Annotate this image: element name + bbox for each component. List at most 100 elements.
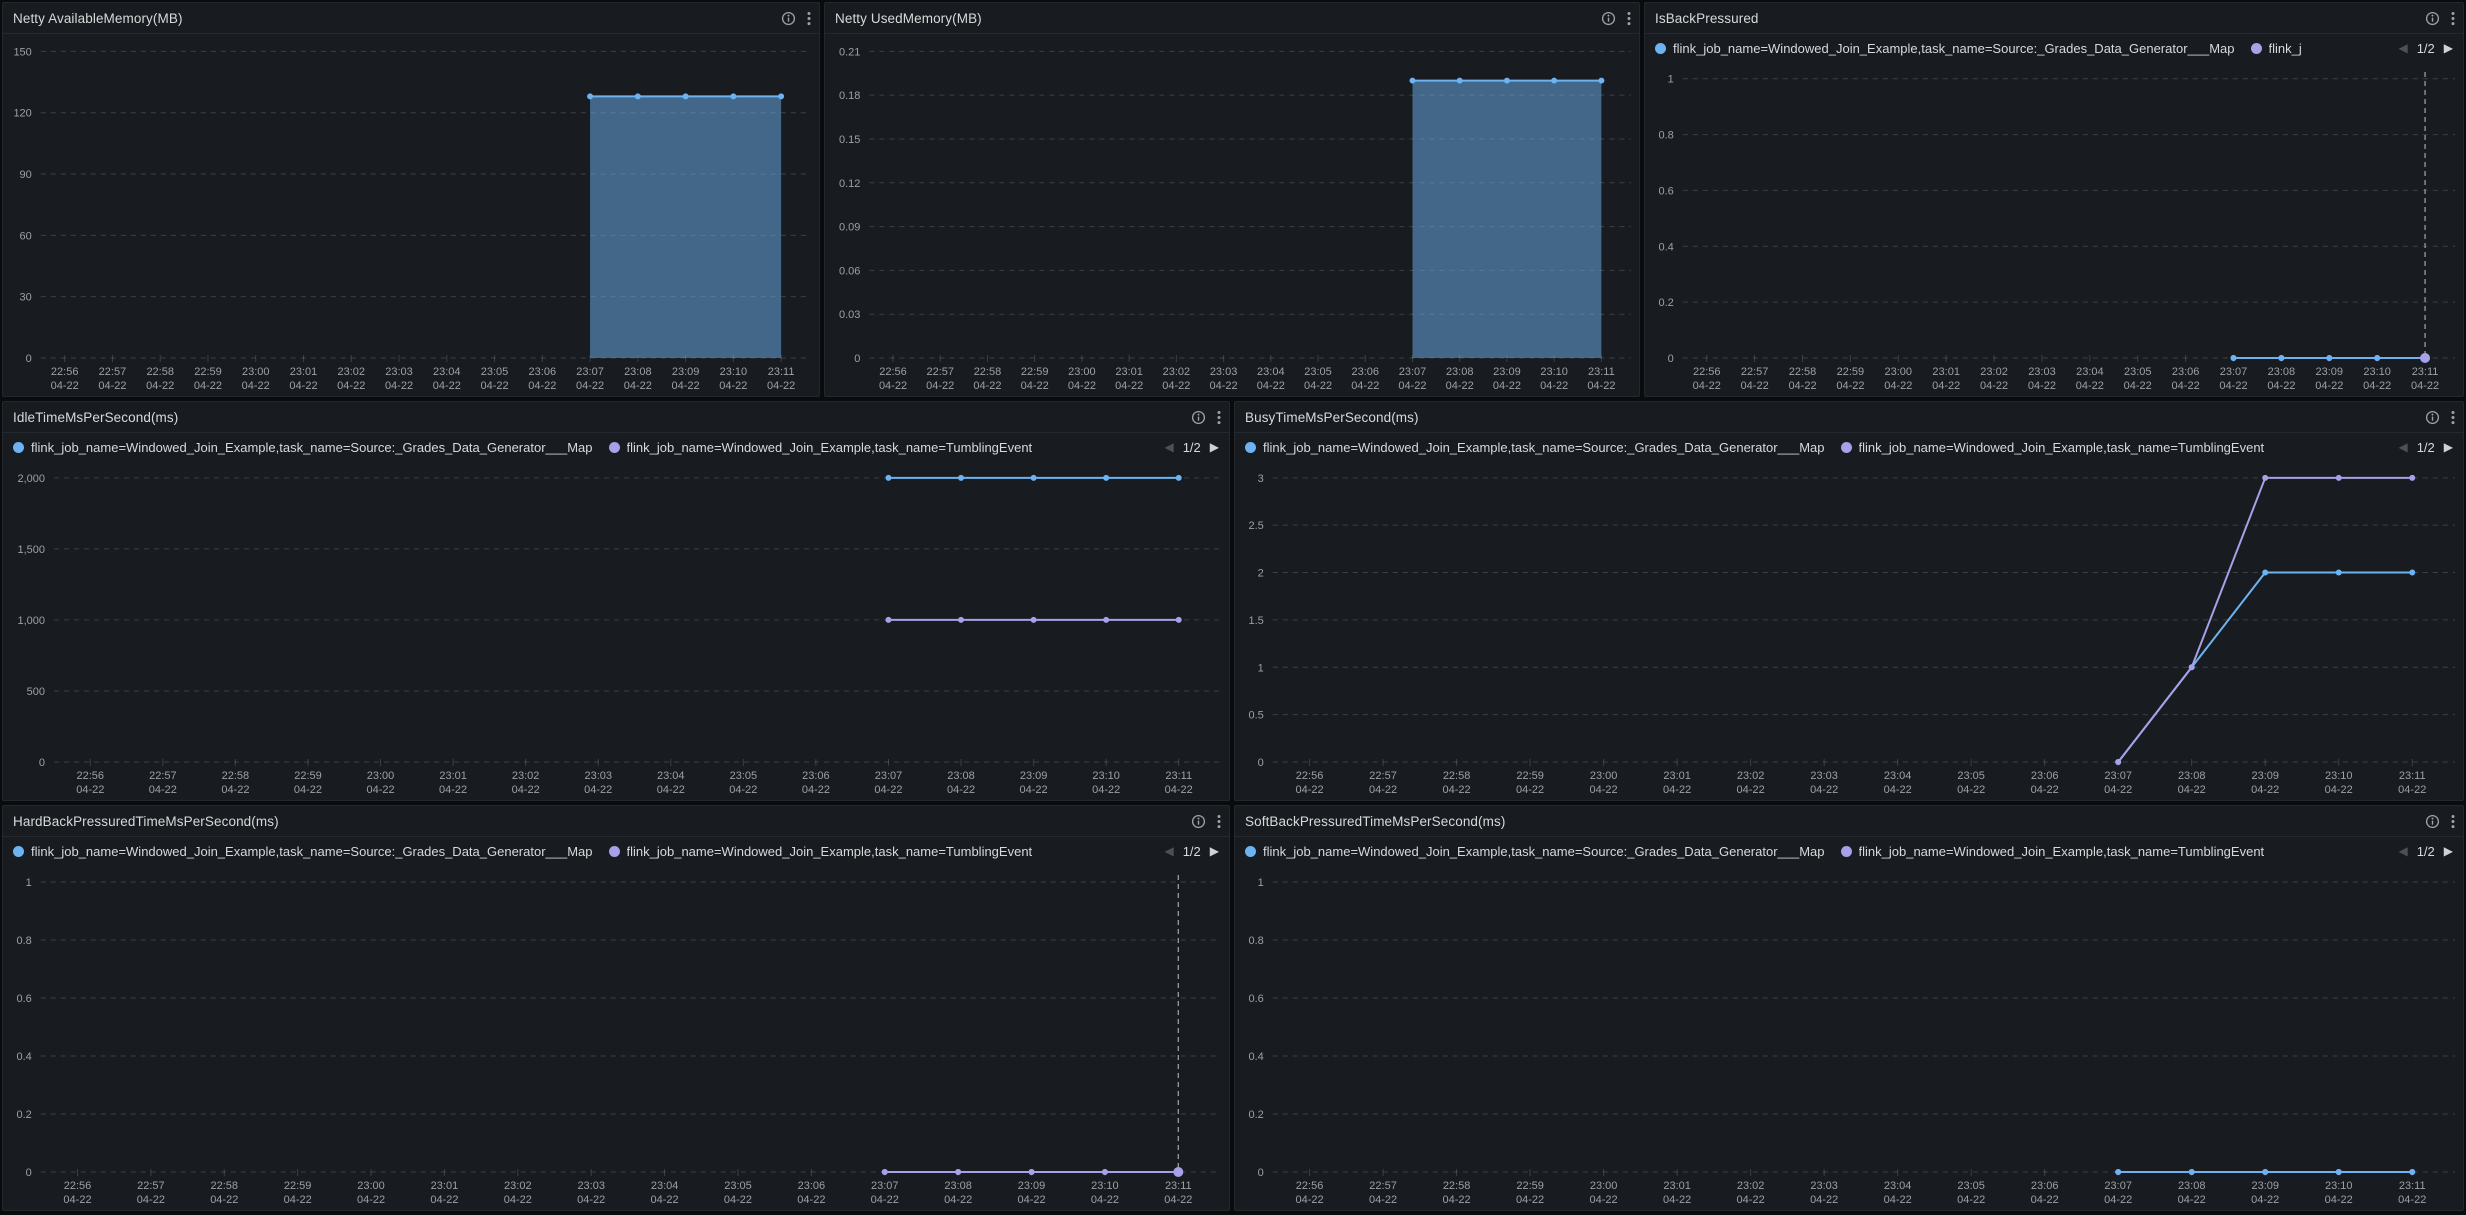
legend-prev-icon[interactable]: ◀ — [2398, 845, 2407, 857]
info-icon[interactable] — [2425, 410, 2440, 425]
legend-prev-icon[interactable]: ◀ — [1164, 441, 1173, 453]
info-icon[interactable] — [1191, 814, 1206, 829]
kebab-menu-icon[interactable] — [807, 11, 811, 26]
x-tick-date: 04-22 — [221, 784, 249, 796]
x-tick-time: 23:02 — [1737, 770, 1765, 782]
panel-header[interactable]: BusyTimeMsPerSecond(ms) — [1235, 402, 2463, 433]
data-point — [885, 617, 891, 623]
chart-canvas[interactable]: 00.030.060.090.120.150.180.2122:5604-222… — [825, 34, 1639, 396]
kebab-menu-icon[interactable] — [1217, 410, 1221, 425]
x-tick-date: 04-22 — [1540, 380, 1568, 392]
time-series-chart[interactable]: 030609012015022:5604-2222:5704-2222:5804… — [3, 34, 819, 396]
x-tick-time: 23:04 — [1884, 1180, 1912, 1192]
time-series-chart[interactable]: 00.20.40.60.8122:5604-2222:5704-2222:580… — [3, 865, 1229, 1210]
legend-item-series-1[interactable]: flink_job_name=Windowed_Join_Example,tas… — [1245, 844, 1825, 859]
legend-next-icon[interactable]: ▶ — [2444, 42, 2453, 54]
legend: flink_job_name=Windowed_Join_Example,tas… — [1645, 34, 2463, 62]
panel-title: HardBackPressuredTimeMsPerSecond(ms) — [13, 814, 279, 829]
legend-item-series-2[interactable]: flink_j — [2251, 41, 2302, 56]
chart-canvas[interactable]: 00.20.40.60.8122:5604-2222:5704-2222:580… — [3, 865, 1229, 1210]
x-tick-time: 23:02 — [504, 1180, 532, 1192]
y-tick-label: 0.4 — [1659, 241, 1674, 253]
x-tick-time: 22:56 — [77, 770, 105, 782]
data-point — [2115, 759, 2121, 765]
panel-header[interactable]: Netty UsedMemory(MB) — [825, 3, 1639, 34]
legend-next-icon[interactable]: ▶ — [2444, 441, 2453, 453]
info-icon[interactable] — [2425, 814, 2440, 829]
legend-next-icon[interactable]: ▶ — [1210, 845, 1219, 857]
x-tick-time: 23:02 — [512, 770, 540, 782]
legend-item-series-1[interactable]: flink_job_name=Windowed_Join_Example,tas… — [1655, 41, 2235, 56]
chart-canvas[interactable]: 00.20.40.60.8122:5604-2222:5704-2222:580… — [1235, 865, 2463, 1210]
legend-pager: ◀ 1/2 ▶ — [1164, 440, 1219, 455]
x-tick-time: 23:10 — [1092, 770, 1120, 782]
legend-item-series-2[interactable]: flink_job_name=Windowed_Join_Example,tas… — [1841, 844, 2265, 859]
panel-header[interactable]: SoftBackPressuredTimeMsPerSecond(ms) — [1235, 806, 2463, 837]
chart-canvas[interactable]: 05001,0001,5002,00022:5604-2222:5704-222… — [3, 461, 1229, 800]
x-tick-time: 22:56 — [879, 366, 907, 378]
legend-item-series-1[interactable]: flink_job_name=Windowed_Join_Example,tas… — [1245, 440, 1825, 455]
chart-canvas[interactable]: 00.20.40.60.8122:5604-2222:5704-2222:580… — [1645, 62, 2463, 396]
legend-item-series-2[interactable]: flink_job_name=Windowed_Join_Example,tas… — [609, 844, 1033, 859]
legend-next-icon[interactable]: ▶ — [2444, 845, 2453, 857]
x-tick-date: 04-22 — [512, 784, 540, 796]
time-series-chart[interactable]: 00.030.060.090.120.150.180.2122:5604-222… — [825, 34, 1639, 396]
x-tick-date: 04-22 — [2363, 380, 2391, 392]
legend-next-icon[interactable]: ▶ — [1210, 441, 1219, 453]
kebab-menu-icon[interactable] — [1217, 814, 1221, 829]
legend-item-series-2[interactable]: flink_job_name=Windowed_Join_Example,tas… — [609, 440, 1033, 455]
legend-prev-icon[interactable]: ◀ — [1164, 845, 1173, 857]
panel-header[interactable]: IdleTimeMsPerSecond(ms) — [3, 402, 1229, 433]
x-tick-time: 23:05 — [2124, 366, 2152, 378]
info-icon[interactable] — [1601, 11, 1616, 26]
panel-hard-back-pressured-time: HardBackPressuredTimeMsPerSecond(ms) — [2, 805, 1230, 1211]
chart-canvas[interactable]: 030609012015022:5604-2222:5704-2222:5804… — [3, 34, 819, 396]
panel-header[interactable]: Netty AvailableMemory(MB) — [3, 3, 819, 34]
legend-items: flink_job_name=Windowed_Join_Example,tas… — [1245, 844, 2386, 859]
info-icon[interactable] — [1191, 410, 1206, 425]
x-tick-time: 23:07 — [2104, 1180, 2132, 1192]
kebab-menu-icon[interactable] — [2451, 410, 2455, 425]
x-tick-date: 04-22 — [1663, 784, 1691, 796]
legend-prev-icon[interactable]: ◀ — [2398, 42, 2407, 54]
legend-item-series-1[interactable]: flink_job_name=Windowed_Join_Example,tas… — [13, 440, 593, 455]
x-tick-time: 22:57 — [926, 366, 954, 378]
legend-prev-icon[interactable]: ◀ — [2398, 441, 2407, 453]
time-series-chart[interactable]: 00.511.522.5322:5604-2222:5704-2222:5804… — [1235, 461, 2463, 800]
x-tick-date: 04-22 — [2267, 380, 2295, 392]
x-tick-time: 22:56 — [1296, 770, 1324, 782]
time-series-chart[interactable]: 00.20.40.60.8122:5604-2222:5704-2222:580… — [1645, 62, 2463, 396]
x-tick-date: 04-22 — [366, 784, 394, 796]
panel-header-icons — [2425, 814, 2455, 829]
y-tick-label: 0.6 — [1249, 993, 1264, 1005]
x-tick-date: 04-22 — [2325, 784, 2353, 796]
legend-items: flink_job_name=Windowed_Join_Example,tas… — [13, 844, 1152, 859]
x-tick-date: 04-22 — [1516, 1194, 1544, 1206]
series-color-dot — [609, 442, 620, 453]
time-series-chart[interactable]: 05001,0001,5002,00022:5604-2222:5704-222… — [3, 461, 1229, 800]
legend-item-series-2[interactable]: flink_job_name=Windowed_Join_Example,tas… — [1841, 440, 2265, 455]
x-tick-time: 22:59 — [1837, 366, 1865, 378]
y-tick-label: 0.21 — [839, 46, 860, 58]
legend-item-series-1[interactable]: flink_job_name=Windowed_Join_Example,tas… — [13, 844, 593, 859]
panel-header[interactable]: HardBackPressuredTimeMsPerSecond(ms) — [3, 806, 1229, 837]
panel-header-icons — [2425, 410, 2455, 425]
kebab-menu-icon[interactable] — [2451, 814, 2455, 829]
chart-canvas[interactable]: 00.511.522.5322:5604-2222:5704-2222:5804… — [1235, 461, 2463, 800]
x-tick-date: 04-22 — [1836, 380, 1864, 392]
x-tick-time: 23:04 — [1884, 770, 1912, 782]
series-color-dot — [1841, 846, 1852, 857]
time-series-chart[interactable]: 00.20.40.60.8122:5604-2222:5704-2222:580… — [1235, 865, 2463, 1210]
info-icon[interactable] — [2425, 11, 2440, 26]
x-tick-date: 04-22 — [1017, 1194, 1045, 1206]
x-tick-time: 22:57 — [99, 366, 127, 378]
data-point — [1031, 617, 1037, 623]
data-point — [2189, 1169, 2195, 1175]
x-tick-time: 23:00 — [242, 366, 270, 378]
kebab-menu-icon[interactable] — [2451, 11, 2455, 26]
y-tick-label: 0.03 — [839, 309, 860, 321]
info-icon[interactable] — [781, 11, 796, 26]
x-tick-time: 23:02 — [1737, 1180, 1765, 1192]
panel-header[interactable]: IsBackPressured — [1645, 3, 2463, 34]
kebab-menu-icon[interactable] — [1627, 11, 1631, 26]
